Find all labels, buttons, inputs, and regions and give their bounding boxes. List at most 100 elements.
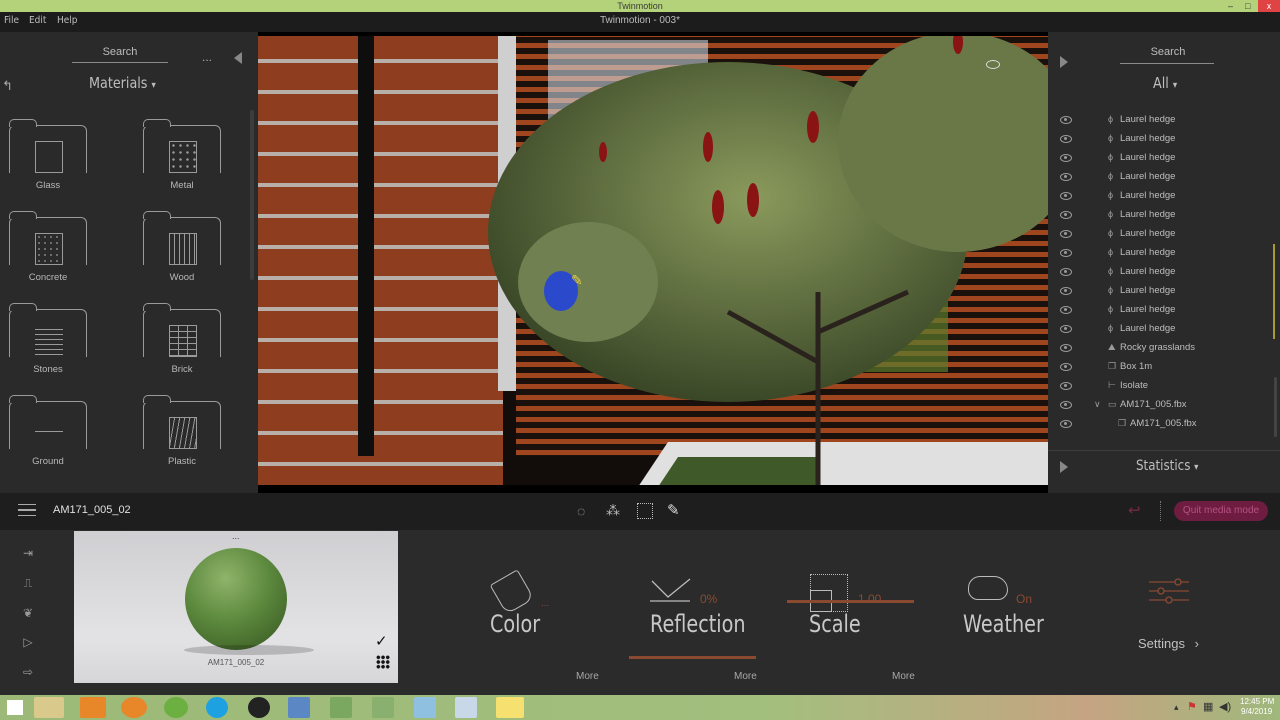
scene-tree-item[interactable]: ϕ Laurel hedge: [1048, 113, 1280, 132]
settings-button[interactable]: Settings ›: [1138, 636, 1199, 651]
scale-more-link[interactable]: More: [892, 671, 915, 682]
material-preview[interactable]: ... AM171_005_02 ✓: [74, 531, 398, 683]
category-dropdown[interactable]: Materials ▾: [89, 74, 156, 92]
scene-tree-item[interactable]: ϕ Laurel hedge: [1048, 151, 1280, 170]
taskbar-coreldraw[interactable]: [164, 697, 188, 718]
collapse-left-icon[interactable]: [234, 52, 242, 64]
export-icon[interactable]: ⇨: [18, 665, 38, 679]
statistics-dropdown[interactable]: Statistics ▾: [1136, 458, 1198, 474]
eye-visibility-icon[interactable]: [1060, 135, 1072, 143]
filter-dropdown[interactable]: All ▾: [1153, 74, 1177, 92]
scene-tree-item[interactable]: ❒ AM171_005.fbx: [1048, 417, 1280, 436]
eye-visibility-icon[interactable]: [1060, 116, 1072, 124]
reflection-property-button[interactable]: Reflection: [650, 610, 746, 638]
eyedropper-tool-icon[interactable]: ✎: [667, 501, 680, 519]
eye-visibility-icon[interactable]: [1060, 306, 1072, 314]
scale-property-button[interactable]: Scale: [809, 610, 861, 638]
minimize-button[interactable]: –: [1228, 0, 1233, 12]
scene-tree-item[interactable]: ϕ Laurel hedge: [1048, 208, 1280, 227]
eye-visibility-icon[interactable]: [1060, 154, 1072, 162]
eye-visibility-icon[interactable]: [1060, 363, 1072, 371]
eye-visibility-icon[interactable]: [1060, 287, 1072, 295]
select-shape-tool-icon[interactable]: ◌: [577, 503, 585, 519]
start-button[interactable]: [7, 700, 23, 715]
library-search-input[interactable]: Search: [72, 46, 168, 58]
tray-expand-icon[interactable]: ▴: [1174, 702, 1179, 713]
network-icon[interactable]: ▦: [1203, 700, 1213, 713]
hamburger-menu-icon[interactable]: [18, 504, 36, 516]
taskbar-twinmotion[interactable]: [496, 697, 524, 718]
expand-statistics-icon[interactable]: [1060, 461, 1068, 473]
volume-icon[interactable]: ◀): [1219, 700, 1231, 713]
3d-viewport[interactable]: ✎: [258, 32, 1048, 493]
taskbar-calculator[interactable]: [455, 697, 477, 718]
scene-tree-item[interactable]: ϕ Laurel hedge: [1048, 246, 1280, 265]
eye-visibility-icon[interactable]: [1060, 192, 1072, 200]
scene-tree-item[interactable]: ϕ Laurel hedge: [1048, 322, 1280, 341]
eye-visibility-icon[interactable]: [1060, 382, 1072, 390]
eye-visibility-icon[interactable]: [1060, 249, 1072, 257]
scene-tree-item[interactable]: ϕ Laurel hedge: [1048, 265, 1280, 284]
clock-time[interactable]: 12:45 PM: [1240, 697, 1274, 706]
back-icon[interactable]: ↰: [2, 78, 13, 94]
scene-tree-item[interactable]: ⛰ Rocky grasslands: [1048, 341, 1280, 360]
color-property-button[interactable]: Color: [490, 610, 540, 638]
preview-more-button[interactable]: ...: [232, 531, 240, 541]
taskbar-revit-2017[interactable]: [330, 697, 352, 718]
maximize-button[interactable]: □: [1245, 0, 1250, 12]
taskbar-app-black[interactable]: [248, 697, 270, 718]
taskbar-app-building[interactable]: [372, 697, 394, 718]
visibility-toggle-icon[interactable]: [986, 60, 1000, 69]
expand-right-icon[interactable]: [1060, 56, 1068, 68]
scale-slider[interactable]: [787, 600, 914, 603]
grid-view-icon[interactable]: [376, 655, 390, 669]
clock-date[interactable]: 9/4/2019: [1241, 707, 1272, 716]
taskbar-skype[interactable]: [206, 697, 228, 718]
more-options-button[interactable]: ...: [202, 50, 212, 64]
scene-tree-item[interactable]: ϕ Laurel hedge: [1048, 284, 1280, 303]
taskbar-foxit-pdf[interactable]: [80, 697, 106, 718]
action-center-flag-icon[interactable]: ⚑: [1187, 700, 1197, 713]
eye-visibility-icon[interactable]: [1060, 230, 1072, 238]
expand-chevron-icon[interactable]: ∨: [1094, 399, 1101, 410]
leaf-icon[interactable]: ❦: [18, 606, 38, 620]
color-more-link[interactable]: More: [576, 671, 599, 682]
scale-tool-icon[interactable]: [637, 503, 653, 519]
material-tile-plastic[interactable]: Plastic: [143, 395, 223, 475]
confirm-check-icon[interactable]: ✓: [375, 632, 388, 650]
import-icon[interactable]: ⇥: [18, 546, 38, 560]
tree-scrollbar[interactable]: [1274, 377, 1277, 437]
quit-media-mode-button[interactable]: Quit media mode: [1174, 501, 1268, 521]
taskbar-notepad[interactable]: [414, 697, 436, 718]
material-tile-concrete[interactable]: Concrete: [9, 211, 89, 291]
scene-tree-item[interactable]: ϕ Laurel hedge: [1048, 132, 1280, 151]
eye-visibility-icon[interactable]: [1060, 401, 1072, 409]
material-tile-glass[interactable]: Glass: [9, 119, 89, 199]
landscape-icon[interactable]: ⎍: [18, 576, 38, 590]
taskbar-photos[interactable]: [288, 697, 310, 718]
scene-tree-item[interactable]: ϕ Laurel hedge: [1048, 189, 1280, 208]
scene-tree-item[interactable]: ϕ Laurel hedge: [1048, 303, 1280, 322]
eye-visibility-icon[interactable]: [1060, 344, 1072, 352]
scene-tree-item[interactable]: ϕ Laurel hedge: [1048, 227, 1280, 246]
reflection-slider[interactable]: [629, 656, 756, 659]
material-tile-wood[interactable]: Wood: [143, 211, 223, 291]
weather-property-button[interactable]: Weather: [963, 610, 1044, 638]
taskbar-file-explorer[interactable]: [34, 697, 64, 718]
taskbar-app-orange[interactable]: [121, 697, 147, 718]
eye-visibility-icon[interactable]: [1060, 325, 1072, 333]
material-tile-brick[interactable]: Brick: [143, 303, 223, 383]
undo-icon[interactable]: ↩: [1128, 501, 1141, 519]
eye-visibility-icon[interactable]: [1060, 420, 1072, 428]
scene-tree-item[interactable]: ❒ Box 1m: [1048, 360, 1280, 379]
multi-select-tool-icon[interactable]: ⁂: [606, 502, 620, 519]
material-tile-stones[interactable]: Stones: [9, 303, 89, 383]
scene-tree-item[interactable]: ϕ Laurel hedge: [1048, 170, 1280, 189]
reflection-more-link[interactable]: More: [734, 671, 757, 682]
library-scrollbar[interactable]: [250, 110, 254, 280]
media-icon[interactable]: ▷: [18, 635, 38, 649]
scene-tree-item[interactable]: ⊢ Isolate: [1048, 379, 1280, 398]
eye-visibility-icon[interactable]: [1060, 268, 1072, 276]
scene-search-input[interactable]: Search: [1120, 46, 1216, 58]
eye-visibility-icon[interactable]: [1060, 211, 1072, 219]
